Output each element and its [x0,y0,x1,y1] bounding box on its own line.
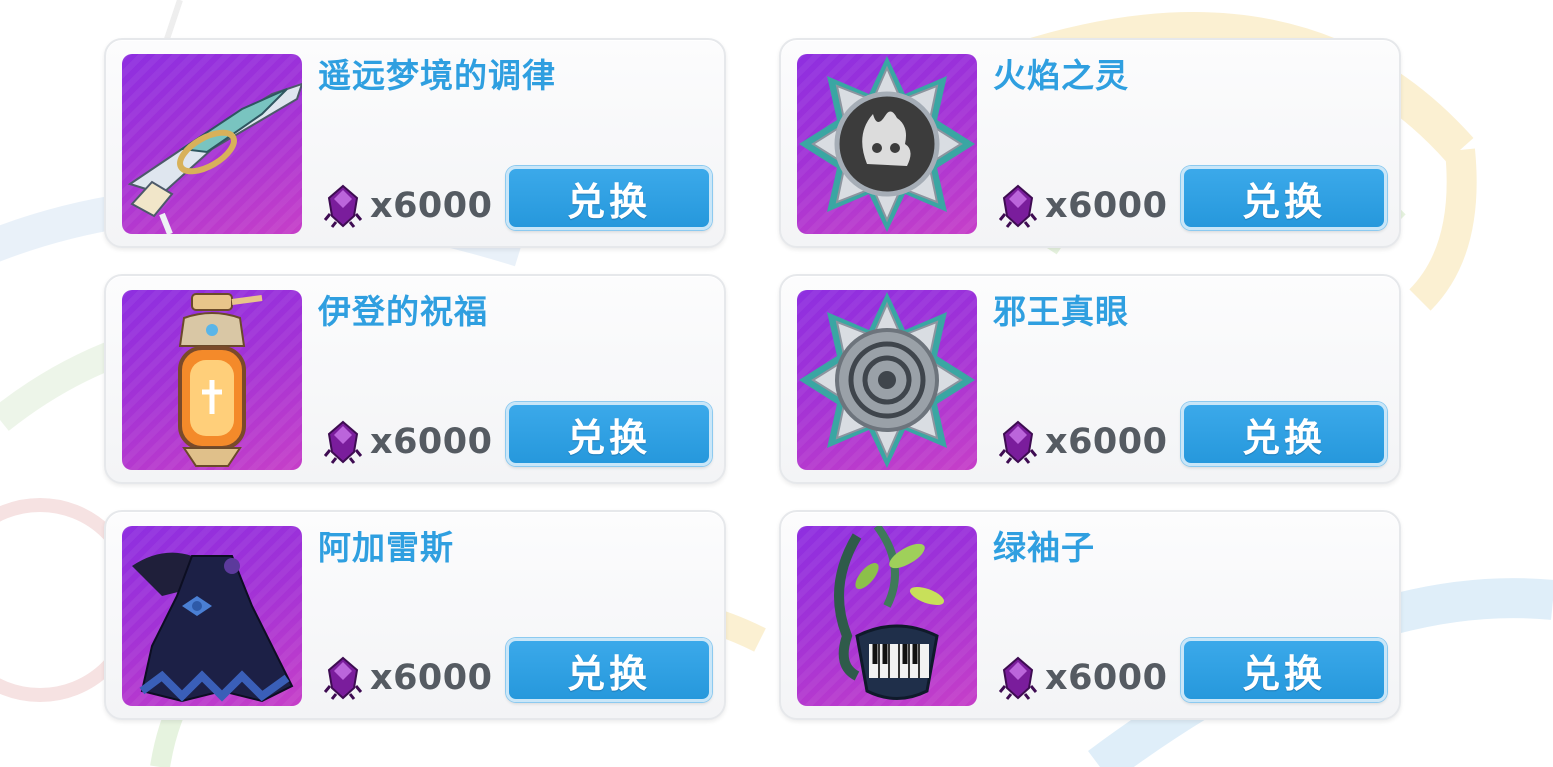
shop-item-card: 火焰之灵 x6000 兑换 [779,38,1401,248]
item-name: 伊登的祝福 [318,292,488,331]
shop-item-card: 遥远梦境的调律 x6000 兑换 [104,38,726,248]
shop-item-card: 绿袖子 x6000 兑换 [779,510,1401,720]
shop-item-card: 伊登的祝福 x6000 兑换 [104,274,726,484]
gothic-dress-icon [132,552,294,703]
item-thumbnail[interactable] [122,290,302,470]
item-thumbnail[interactable] [797,290,977,470]
item-cost: x6000 [999,418,1168,466]
exchange-button[interactable]: 兑换 [506,638,712,702]
item-cost: x6000 [999,654,1168,702]
item-thumbnail[interactable] [122,526,302,706]
item-price: x6000 [370,422,493,462]
sword-icon [127,82,302,234]
item-name: 邪王真眼 [993,292,1129,331]
item-name: 阿加雷斯 [318,528,454,567]
purple-crystal-icon [324,184,362,228]
purple-crystal-icon [999,184,1037,228]
exchange-button[interactable]: 兑换 [1181,402,1387,466]
item-name: 绿袖子 [993,528,1095,567]
shop-item-card: 邪王真眼 x6000 兑换 [779,274,1401,484]
item-price: x6000 [1045,658,1168,698]
exchange-button[interactable]: 兑换 [1181,638,1387,702]
purple-crystal-icon [324,656,362,700]
item-thumbnail[interactable] [122,54,302,234]
eye-badge-icon [799,292,975,468]
fire-spirit-badge-icon [799,56,975,232]
piano-vine-icon [834,526,945,700]
shop-item-card: 阿加雷斯 x6000 兑换 [104,510,726,720]
exchange-button[interactable]: 兑换 [1181,166,1387,230]
exchange-button[interactable]: 兑换 [506,166,712,230]
item-thumbnail[interactable] [797,54,977,234]
item-cost: x6000 [324,182,493,230]
purple-crystal-icon [999,420,1037,464]
purple-crystal-icon [324,420,362,464]
item-name: 火焰之灵 [993,56,1129,95]
item-name: 遥远梦境的调律 [318,56,556,95]
item-cost: x6000 [999,182,1168,230]
item-price: x6000 [1045,186,1168,226]
exchange-button[interactable]: 兑换 [506,402,712,466]
lantern-icon [178,293,263,467]
item-cost: x6000 [324,654,493,702]
item-thumbnail[interactable] [797,526,977,706]
purple-crystal-icon [999,656,1037,700]
item-price: x6000 [370,186,493,226]
item-price: x6000 [370,658,493,698]
item-price: x6000 [1045,422,1168,462]
item-cost: x6000 [324,418,493,466]
